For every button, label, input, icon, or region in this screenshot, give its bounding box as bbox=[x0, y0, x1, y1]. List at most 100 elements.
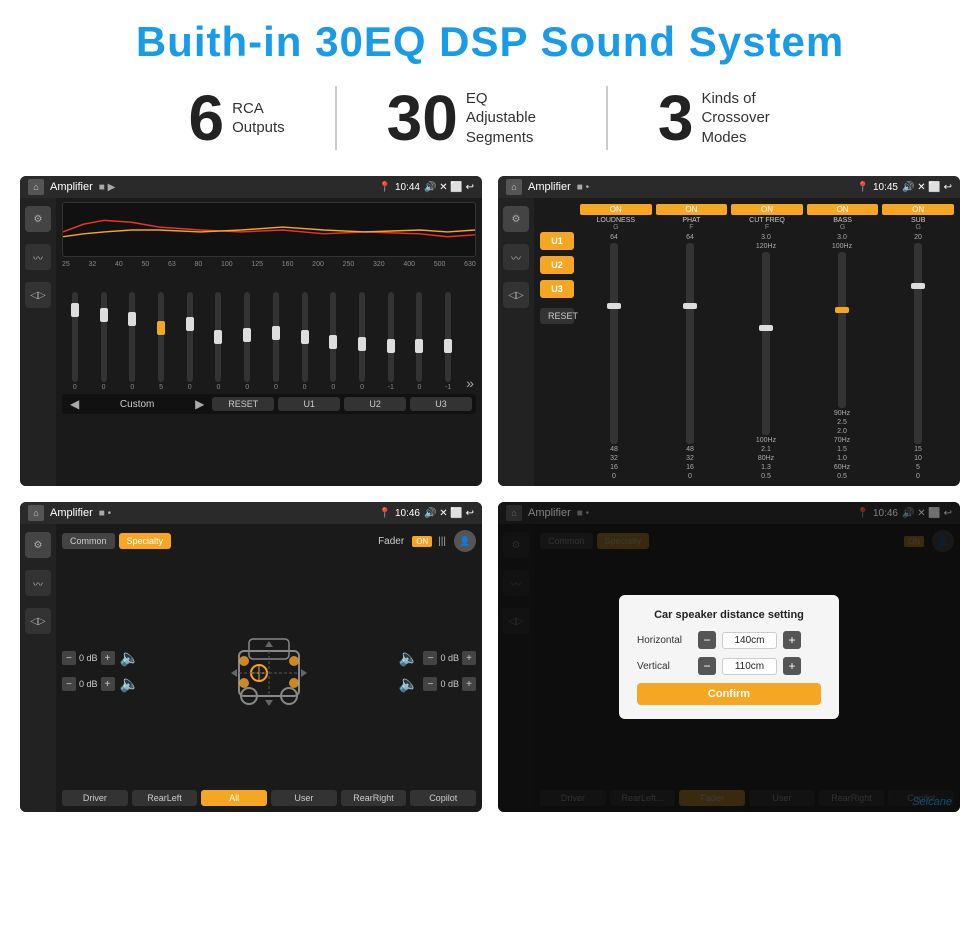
amp-car-diagram bbox=[149, 621, 388, 721]
eq-slider-10[interactable]: 0 bbox=[349, 292, 375, 391]
stat-rca-number: 6 bbox=[189, 86, 225, 150]
confirm-button[interactable]: Confirm bbox=[637, 683, 821, 705]
cx-speaker-icon[interactable]: ◁▷ bbox=[503, 282, 529, 308]
cx-status-dot: ■ • bbox=[577, 182, 589, 193]
amp-rearright-button[interactable]: RearRight bbox=[341, 790, 407, 806]
amp-topleft-minus[interactable]: − bbox=[62, 651, 76, 665]
eq-u3-button[interactable]: U3 bbox=[410, 397, 472, 411]
eq-slider-13[interactable]: -1 bbox=[435, 292, 461, 391]
dialog-horizontal-minus[interactable]: − bbox=[698, 631, 716, 649]
amp-bottomright-minus[interactable]: − bbox=[423, 677, 437, 691]
amp-status-bar: ⌂ Amplifier ■ • 📍 10:46 🔊 ✕ ⬜ ↩ bbox=[20, 502, 482, 524]
amp-copilot-button[interactable]: Copilot bbox=[410, 790, 476, 806]
cx-settings-icon[interactable]: ⚙ bbox=[503, 206, 529, 232]
cx-channel-headers: ON LOUDNESS G ON PHAT F ON CUT FREQ bbox=[578, 204, 954, 231]
eq-expand-icon[interactable]: » bbox=[466, 375, 474, 391]
cx-location-icon: 📍 bbox=[857, 182, 869, 193]
cx-bass-on[interactable]: ON bbox=[807, 204, 879, 215]
eq-slider-3[interactable]: 5 bbox=[148, 292, 174, 391]
amp-topleft-ctrl: − 0 dB + 🔈 bbox=[62, 648, 141, 668]
amp-bottomleft-plus[interactable]: + bbox=[101, 677, 115, 691]
cx-sub-slider[interactable]: 20 15 10 5 0 bbox=[882, 234, 954, 480]
eq-sidebar: ⚙ 〰 ◁▷ bbox=[20, 198, 56, 486]
dialog-horizontal-plus[interactable]: + bbox=[783, 631, 801, 649]
amp-speaker-icon[interactable]: ◁▷ bbox=[25, 608, 51, 634]
eq-main: 25 32 40 50 63 80 100 125 160 200 250 32… bbox=[56, 198, 482, 486]
eq-slider-4[interactable]: 0 bbox=[177, 292, 203, 391]
stat-rca: 6 RCAOutputs bbox=[139, 86, 337, 150]
eq-slider-12[interactable]: 0 bbox=[407, 292, 433, 391]
eq-reset-button[interactable]: RESET bbox=[212, 397, 274, 411]
eq-slider-9[interactable]: 0 bbox=[320, 292, 346, 391]
amp-specialty-tab[interactable]: Specialty bbox=[119, 533, 172, 549]
cx-cutfreq-on[interactable]: ON bbox=[731, 204, 803, 215]
eq-wave-icon[interactable]: 〰 bbox=[25, 244, 51, 270]
eq-slider-2[interactable]: 0 bbox=[119, 292, 145, 391]
cx-u2-button[interactable]: U2 bbox=[540, 256, 574, 274]
cx-phat-label: PHAT bbox=[656, 217, 728, 224]
eq-slider-1[interactable]: 0 bbox=[91, 292, 117, 391]
cx-u3-button[interactable]: U3 bbox=[540, 280, 574, 298]
eq-slider-6[interactable]: 0 bbox=[234, 292, 260, 391]
amp-home-icon[interactable]: ⌂ bbox=[28, 505, 44, 521]
home-icon[interactable]: ⌂ bbox=[28, 179, 44, 195]
cx-title: Amplifier bbox=[528, 181, 571, 193]
amp-on-badge[interactable]: ON bbox=[412, 536, 432, 547]
dialog-screen: ⌂ Amplifier ■ • 📍 10:46 🔊 ✕ ⬜ ↩ ⚙ 〰 ◁▷ C… bbox=[498, 502, 960, 812]
eq-slider-7[interactable]: 0 bbox=[263, 292, 289, 391]
amp-topright-plus[interactable]: + bbox=[462, 651, 476, 665]
amp-bottomright-plus[interactable]: + bbox=[462, 677, 476, 691]
amp-screen: ⌂ Amplifier ■ • 📍 10:46 🔊 ✕ ⬜ ↩ ⚙ 〰 ◁▷ C… bbox=[20, 502, 482, 812]
amp-rearleft-button[interactable]: RearLeft bbox=[132, 790, 198, 806]
cx-reset-button[interactable]: RESET bbox=[540, 308, 574, 324]
eq-speaker-icon[interactable]: ◁▷ bbox=[25, 282, 51, 308]
cx-phat-slider[interactable]: 64 48 32 16 0 bbox=[654, 234, 726, 480]
cx-home-icon[interactable]: ⌂ bbox=[506, 179, 522, 195]
amp-settings-icon[interactable]: ⚙ bbox=[25, 532, 51, 558]
cx-status-bar: ⌂ Amplifier ■ • 📍 10:45 🔊 ✕ ⬜ ↩ bbox=[498, 176, 960, 198]
amp-all-button[interactable]: All bbox=[201, 790, 267, 806]
amp-driver-button[interactable]: Driver bbox=[62, 790, 128, 806]
eq-status-left: ⌂ Amplifier ■ ▶ bbox=[28, 179, 115, 195]
eq-next-button[interactable]: ▶ bbox=[191, 397, 208, 411]
amp-topleft-plus[interactable]: + bbox=[101, 651, 115, 665]
dialog-horizontal-value: 140cm bbox=[722, 632, 777, 649]
eq-slider-11[interactable]: -1 bbox=[378, 292, 404, 391]
eq-u1-button[interactable]: U1 bbox=[278, 397, 340, 411]
cx-phat-on[interactable]: ON bbox=[656, 204, 728, 215]
cx-status-left: ⌂ Amplifier ■ • bbox=[506, 179, 589, 195]
eq-u2-button[interactable]: U2 bbox=[344, 397, 406, 411]
stat-crossover-number: 3 bbox=[658, 86, 694, 150]
cx-wave-icon[interactable]: 〰 bbox=[503, 244, 529, 270]
eq-title: Amplifier bbox=[50, 181, 93, 193]
cx-u1-button[interactable]: U1 bbox=[540, 232, 574, 250]
amp-bottomleft-minus[interactable]: − bbox=[62, 677, 76, 691]
cx-bass-slider[interactable]: 3.0 100Hz 90Hz 2.5 2.0 70Hz 1.5 1.0 60Hz bbox=[806, 234, 878, 480]
cx-main: U1 U2 U3 RESET ON LOUDNESS G bbox=[534, 198, 960, 486]
cx-loudness-on[interactable]: ON bbox=[580, 204, 652, 215]
amp-sidebar: ⚙ 〰 ◁▷ bbox=[20, 524, 56, 812]
cx-loudness-slider[interactable]: 64 48 32 16 0 bbox=[578, 234, 650, 480]
eq-slider-5[interactable]: 0 bbox=[206, 292, 232, 391]
dialog-vertical-plus[interactable]: + bbox=[783, 657, 801, 675]
amp-location-icon: 📍 bbox=[379, 508, 391, 519]
cx-cutfreq-slider[interactable]: 3.0 120Hz 100Hz 2.1 80Hz 1.3 0.5 bbox=[730, 234, 802, 480]
dialog-vertical-minus[interactable]: − bbox=[698, 657, 716, 675]
cx-cutfreq-label: CUT FREQ bbox=[731, 217, 803, 224]
amp-topright-minus[interactable]: − bbox=[423, 651, 437, 665]
eq-slider-8[interactable]: 0 bbox=[292, 292, 318, 391]
amp-fader-indicator: ||| bbox=[438, 536, 446, 547]
eq-slider-0[interactable]: 0 bbox=[62, 292, 88, 391]
amp-user-button[interactable]: User bbox=[271, 790, 337, 806]
dialog-box: Car speaker distance setting Horizontal … bbox=[619, 595, 839, 719]
cx-sub-on[interactable]: ON bbox=[882, 204, 954, 215]
amp-bottomright-ctrl: 🔈 − 0 dB + bbox=[397, 674, 476, 694]
eq-panel: ⚙ 〰 ◁▷ 25 32 40 50 63 bbox=[20, 198, 482, 486]
amp-wave-icon[interactable]: 〰 bbox=[25, 570, 51, 596]
cx-sub-g: G bbox=[882, 224, 954, 231]
amp-profile-icon[interactable]: 👤 bbox=[454, 530, 476, 552]
eq-prev-button[interactable]: ◀ bbox=[66, 397, 83, 411]
cx-channels: ON LOUDNESS G ON PHAT F ON CUT FREQ bbox=[578, 204, 954, 480]
amp-common-tab[interactable]: Common bbox=[62, 533, 115, 549]
eq-settings-icon[interactable]: ⚙ bbox=[25, 206, 51, 232]
